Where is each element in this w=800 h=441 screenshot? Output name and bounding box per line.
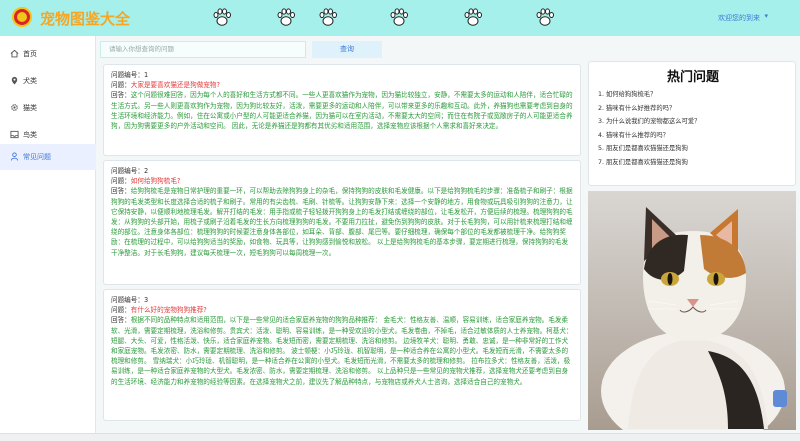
answer-prefix: 回答：	[111, 187, 131, 196]
question-text: 大家是要喜欢猫还是狗做宠物?	[130, 81, 220, 90]
sidebar-item-label: 首页	[23, 50, 37, 58]
hot-questions-title: 热门问题	[666, 70, 719, 85]
hot-question-item[interactable]: 3. 为什么说我们的宠物都这么可爱？	[598, 117, 700, 131]
sidebar: 首页 犬类 猫类 鸟类 常见问题	[0, 36, 96, 441]
welcome-menu[interactable]: 欢迎您的到来	[718, 13, 760, 23]
cat-photo	[588, 191, 796, 430]
question-prefix: 问题：	[111, 177, 131, 186]
paw-icon	[317, 7, 339, 27]
question-number: 问题编号：1	[111, 71, 149, 79]
chevron-down-icon[interactable]: ▾	[764, 12, 768, 20]
answer-body: 给狗狗梳毛是宠物日常护理的重要一环，可以帮助去除狗狗身上的杂毛，保持狗狗的皮肤和…	[111, 187, 573, 257]
hot-questions-panel: 热门问题 1. 如何给狗狗梳毛？ 2. 猫咪有什么好推荐的吗？ 3. 为什么说我…	[588, 61, 796, 186]
question-number: 问题编号：2	[111, 167, 149, 175]
question-card: 问题编号：2 问题：如何给狗狗梳毛? 回答：给狗狗梳毛是宠物日常护理的重要一环，…	[103, 160, 581, 285]
answer-prefix: 回答：	[111, 316, 131, 325]
sidebar-item-dogs[interactable]: 犬类	[0, 68, 96, 94]
search-input[interactable]: 请输入你想查询的问题	[100, 41, 306, 58]
gear-icon	[11, 104, 18, 111]
site-title: 宠物图鉴大全	[40, 10, 131, 28]
paw-icon	[211, 7, 233, 27]
hot-question-item[interactable]: 1. 如何给狗狗梳毛？	[598, 90, 700, 104]
answer-text: 回答：这个问题很难回答，因为每个人的喜好和生活方式都不同。一些人更喜欢猫作为宠物…	[111, 90, 573, 131]
sidebar-item-label: 猫类	[23, 104, 37, 112]
question-line: 问题：有什么好的宠物狗狗推荐?	[111, 305, 573, 315]
question-card: 问题编号：3 问题：有什么好的宠物狗狗推荐? 回答：根据不同的品种特点和适用范围…	[103, 289, 581, 421]
paw-icon	[462, 7, 484, 27]
paw-icon	[534, 7, 556, 27]
user-icon	[10, 152, 19, 161]
top-header: 宠物图鉴大全 欢迎您的到来 ▾	[0, 0, 800, 36]
sidebar-item-cats[interactable]: 猫类	[0, 95, 96, 121]
hot-question-item[interactable]: 7. 朋友们是都喜欢猫猫还是狗狗	[598, 158, 700, 172]
question-line: 问题：大家是要喜欢猫还是狗做宠物?	[111, 80, 573, 90]
hot-question-item[interactable]: 4. 猫咪有什么推荐的吗？	[598, 131, 700, 145]
horizontal-scrollbar[interactable]	[0, 433, 800, 441]
sidebar-item-label: 常见问题	[23, 153, 51, 161]
side-panel-handle[interactable]	[773, 390, 787, 407]
answer-body: 这个问题很难回答，因为每个人的喜好和生活方式都不同。一些人更喜欢猫作为宠物，因为…	[111, 91, 573, 131]
question-text: 有什么好的宠物狗狗推荐?	[130, 306, 207, 315]
hot-questions-list: 1. 如何给狗狗梳毛？ 2. 猫咪有什么好推荐的吗？ 3. 为什么说我们的宠物都…	[598, 90, 700, 172]
question-prefix: 问题：	[111, 81, 131, 90]
hot-question-item[interactable]: 5. 朋友们是都喜欢猫猫还是狗狗	[598, 144, 700, 158]
answer-text: 回答：给狗狗梳毛是宠物日常护理的重要一环，可以帮助去除狗狗身上的杂毛，保持狗狗的…	[111, 186, 573, 257]
location-icon	[11, 76, 18, 85]
question-line: 问题：如何给狗狗梳毛?	[111, 176, 573, 186]
home-icon	[10, 49, 19, 58]
question-prefix: 问题：	[111, 306, 131, 315]
inbox-icon	[10, 130, 19, 139]
search-button[interactable]: 查询	[312, 41, 382, 58]
question-number: 问题编号：3	[111, 296, 149, 304]
sidebar-item-faq[interactable]: 常见问题	[0, 144, 96, 170]
site-logo[interactable]	[12, 7, 32, 27]
hot-question-item[interactable]: 2. 猫咪有什么好推荐的吗？	[598, 104, 700, 118]
answer-prefix: 回答：	[111, 91, 131, 100]
sidebar-item-home[interactable]: 首页	[0, 41, 96, 67]
answer-body: 根据不同的品种特点和适用范围，以下是一些常见的适合家庭养宠物的狗狗品种推荐： 金…	[111, 316, 573, 386]
sidebar-item-label: 鸟类	[23, 131, 37, 139]
paw-icon	[275, 7, 297, 27]
answer-text: 回答：根据不同的品种特点和适用范围，以下是一些常见的适合家庭养宠物的狗狗品种推荐…	[111, 315, 573, 386]
paw-icon	[388, 7, 410, 27]
sidebar-item-label: 犬类	[23, 77, 37, 85]
question-text: 如何给狗狗梳毛?	[130, 177, 181, 186]
question-card: 问题编号：1 问题：大家是要喜欢猫还是狗做宠物? 回答：这个问题很难回答，因为每…	[103, 64, 581, 156]
